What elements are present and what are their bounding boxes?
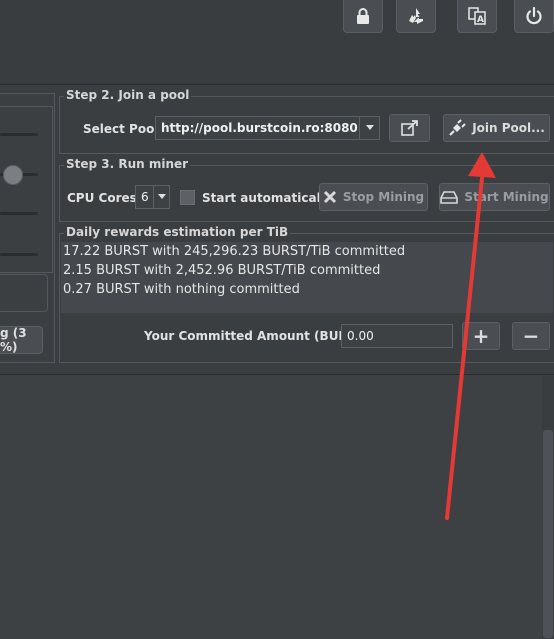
power-icon	[526, 6, 542, 25]
cpu-cores-label: CPU Cores	[67, 191, 137, 205]
left-slider-group	[0, 106, 53, 273]
start-automatically-checkbox[interactable]	[180, 190, 195, 205]
chevron-down-icon[interactable]	[153, 185, 170, 209]
committed-amount-value: 0.00	[347, 329, 374, 343]
recycle-button[interactable]	[396, 0, 436, 33]
start-automatically-label: Start automatically	[202, 191, 333, 205]
power-button[interactable]	[514, 0, 554, 33]
select-pool-label: Select Pool:	[83, 122, 164, 136]
scrollbar-thumb[interactable]	[543, 430, 553, 638]
left-info-box	[0, 274, 48, 312]
external-link-icon	[400, 120, 418, 136]
slider-knob[interactable]	[3, 165, 23, 185]
stop-mining-label: Stop Mining	[342, 190, 425, 204]
step2-group: Step 2. Join a pool Select Pool: http://…	[59, 88, 554, 154]
plus-icon: +	[472, 324, 490, 348]
slider-track[interactable]	[0, 253, 38, 256]
slider-track[interactable]	[0, 212, 38, 215]
rewards-group: Daily rewards estimation per TiB 17.22 B…	[59, 225, 554, 363]
plug-icon	[449, 119, 466, 136]
left-settings-panel: g (3 %)	[0, 93, 55, 363]
slider-track[interactable]	[0, 133, 38, 136]
svg-text:A: A	[477, 15, 484, 25]
rewards-text-area: 17.22 BURST with 245,296.23 BURST/TiB co…	[61, 242, 553, 313]
reward-line: 2.15 BURST with 2,452.96 BURST/TiB commi…	[63, 263, 381, 278]
progress-button-label: g (3 %)	[0, 326, 27, 354]
cpu-cores-select[interactable]: 6	[135, 185, 170, 209]
start-mining-button[interactable]: Start Mining	[439, 183, 550, 211]
chevron-down-icon[interactable]	[359, 116, 380, 140]
drive-icon	[440, 191, 459, 204]
reward-line: 17.22 BURST with 245,296.23 BURST/TiB co…	[63, 244, 406, 259]
minus-icon: −	[522, 324, 540, 348]
stop-mining-button[interactable]: Stop Mining	[319, 183, 428, 211]
committed-amount-input[interactable]: 0.00	[341, 324, 453, 348]
join-pool-label: Join Pool...	[472, 121, 545, 135]
step3-group: Step 3. Run miner CPU Cores 6 Start auto…	[59, 157, 554, 222]
lock-button[interactable]	[343, 0, 383, 33]
top-toolbar: A	[0, 0, 554, 85]
translate-button[interactable]: A	[457, 0, 497, 33]
progress-button[interactable]: g (3 %)	[0, 326, 43, 354]
join-pool-button[interactable]: Join Pool...	[443, 114, 550, 142]
rewards-title: Daily rewards estimation per TiB	[64, 225, 291, 239]
increase-button[interactable]: +	[462, 322, 500, 350]
reward-line: 0.27 BURST with nothing committed	[63, 282, 300, 297]
cpu-cores-value: 6	[141, 190, 149, 204]
lock-icon	[357, 8, 369, 24]
log-panel	[0, 374, 554, 639]
step3-title: Step 3. Run miner	[64, 157, 191, 171]
start-mining-label: Start Mining	[464, 190, 549, 204]
recycle-icon	[409, 8, 423, 24]
close-icon	[323, 190, 336, 204]
pool-select[interactable]: http://pool.burstcoin.ro:8080	[155, 116, 380, 140]
open-pool-link-button[interactable]	[389, 114, 430, 142]
translate-icon: A	[468, 7, 486, 25]
pool-url: http://pool.burstcoin.ro:8080	[161, 121, 358, 135]
step2-title: Step 2. Join a pool	[64, 88, 192, 102]
decrease-button[interactable]: −	[512, 322, 550, 350]
